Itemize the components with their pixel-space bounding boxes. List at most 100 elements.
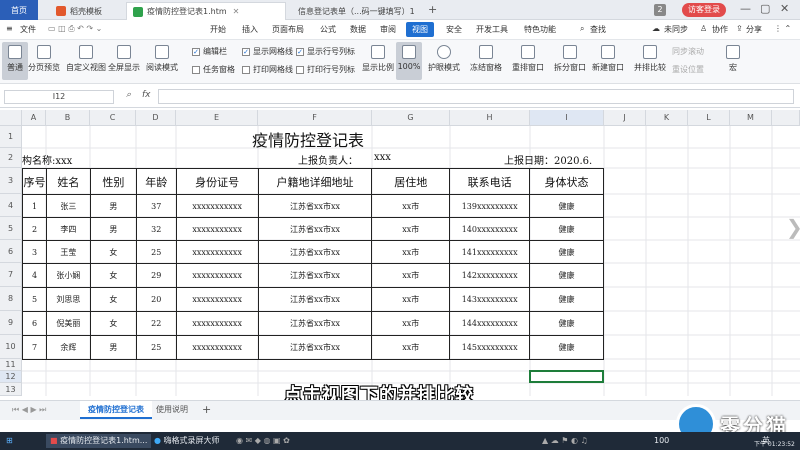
table-cell[interactable]: 140xxxxxxxxx bbox=[449, 217, 531, 241]
checkbox-print-headings-box[interactable] bbox=[296, 65, 304, 74]
table-cell[interactable]: 25 bbox=[135, 335, 177, 360]
col-header-e[interactable]: E bbox=[176, 110, 258, 126]
table-cell[interactable]: 7 bbox=[22, 335, 47, 360]
table-cell[interactable]: 4 bbox=[22, 263, 47, 288]
table-cell[interactable]: xxxxxxxxxxx bbox=[175, 287, 259, 312]
table-cell[interactable]: 健康 bbox=[529, 240, 604, 264]
checkbox-show-gridlines[interactable]: ✓ 显示网格线 bbox=[242, 46, 293, 57]
table-cell[interactable]: 健康 bbox=[529, 287, 604, 312]
col-header-f[interactable]: F bbox=[258, 110, 372, 126]
menu-page-layout[interactable]: 页面布局 bbox=[272, 24, 304, 35]
table-cell[interactable]: 李四 bbox=[45, 217, 91, 241]
table-cell[interactable]: 男 bbox=[89, 194, 137, 218]
table-cell[interactable]: 5 bbox=[22, 287, 47, 312]
col-header-l[interactable]: L bbox=[688, 110, 730, 126]
table-cell[interactable]: 142xxxxxxxxx bbox=[449, 263, 531, 288]
col-header-i[interactable]: I bbox=[530, 110, 604, 126]
eye-protection-button[interactable]: 护眼模式 bbox=[428, 45, 460, 73]
org-name[interactable]: 构名称:xxx bbox=[22, 152, 72, 167]
new-tab-icon[interactable]: + bbox=[428, 3, 437, 16]
fx-icon[interactable]: fx bbox=[142, 90, 151, 100]
checkbox-formula-bar[interactable]: ✓ 编辑栏 bbox=[192, 46, 227, 57]
table-cell[interactable]: xx市 bbox=[371, 335, 451, 360]
table-cell[interactable]: 江苏省xx市xx bbox=[257, 335, 373, 360]
header-cell[interactable]: 性别 bbox=[89, 168, 137, 195]
row-header-7[interactable]: 7 bbox=[0, 263, 22, 287]
window-count-badge[interactable]: 2 bbox=[654, 4, 666, 16]
table-cell[interactable]: 倪美丽 bbox=[45, 311, 91, 336]
checkbox-show-headings-box[interactable]: ✓ bbox=[296, 47, 304, 56]
table-cell[interactable]: 女 bbox=[89, 311, 137, 336]
col-header-a[interactable]: A bbox=[22, 110, 46, 126]
search-label[interactable]: 查找 bbox=[590, 24, 606, 35]
col-header-m[interactable]: M bbox=[730, 110, 772, 126]
table-cell[interactable]: 22 bbox=[135, 311, 177, 336]
table-cell[interactable]: 女 bbox=[89, 263, 137, 288]
menu-start[interactable]: 开始 bbox=[210, 24, 226, 35]
macro-button[interactable]: 宏 bbox=[726, 45, 740, 73]
table-cell[interactable]: 男 bbox=[89, 217, 137, 241]
header-cell[interactable]: 年龄 bbox=[135, 168, 177, 195]
table-cell[interactable]: xx市 bbox=[371, 217, 451, 241]
table-cell[interactable]: 139xxxxxxxxx bbox=[449, 194, 531, 218]
table-cell[interactable]: 健康 bbox=[529, 335, 604, 360]
more-icon[interactable]: ⋮ ⌃ bbox=[774, 24, 791, 33]
row-header-11[interactable]: 11 bbox=[0, 359, 22, 371]
freeze-panes-button[interactable]: 冻结窗格 bbox=[470, 45, 502, 73]
row-header-2[interactable]: 2 bbox=[0, 148, 22, 168]
table-cell[interactable]: 6 bbox=[22, 311, 47, 336]
table-cell[interactable]: xx市 bbox=[371, 287, 451, 312]
table-cell[interactable]: xxxxxxxxxxx bbox=[175, 240, 259, 264]
custom-view-button[interactable]: 自定义视图 bbox=[66, 45, 106, 73]
zoom-100-button[interactable]: 100% bbox=[396, 42, 422, 80]
add-sheet-icon[interactable]: + bbox=[194, 401, 219, 419]
tray-icons[interactable]: ▲ ☁ ⚑ ◐ ♫ bbox=[538, 434, 592, 448]
table-cell[interactable]: xxxxxxxxxxx bbox=[175, 263, 259, 288]
tab-template[interactable]: 稻壳模板 bbox=[50, 2, 130, 20]
table-cell[interactable]: 健康 bbox=[529, 194, 604, 218]
row-header-6[interactable]: 6 bbox=[0, 240, 22, 263]
menu-review[interactable]: 审阅 bbox=[380, 24, 396, 35]
table-cell[interactable]: 江苏省xx市xx bbox=[257, 240, 373, 264]
checkbox-print-gridlines[interactable]: 打印网格线 bbox=[242, 64, 293, 75]
table-cell[interactable]: 20 bbox=[135, 287, 177, 312]
table-cell[interactable]: xxxxxxxxxxx bbox=[175, 217, 259, 241]
close-window-icon[interactable]: ✕ bbox=[780, 2, 789, 15]
table-cell[interactable]: 37 bbox=[135, 194, 177, 218]
checkbox-show-gridlines-box[interactable]: ✓ bbox=[242, 47, 250, 56]
reporter-label[interactable]: 上报负责人： bbox=[298, 152, 358, 167]
table-cell[interactable]: 健康 bbox=[529, 263, 604, 288]
table-cell[interactable]: 32 bbox=[135, 217, 177, 241]
sheet-tab-registration[interactable]: 疫情防控登记表 bbox=[80, 401, 152, 419]
menu-special[interactable]: 特色功能 bbox=[524, 24, 556, 35]
table-cell[interactable]: 141xxxxxxxxx bbox=[449, 240, 531, 264]
sync-scroll-button[interactable]: 同步滚动 bbox=[672, 46, 704, 57]
reporter-value[interactable]: xxx bbox=[374, 152, 391, 163]
row-header-1[interactable]: 1 bbox=[0, 126, 22, 148]
menu-file[interactable]: 文件 bbox=[20, 24, 36, 35]
table-cell[interactable]: 江苏省xx市xx bbox=[257, 311, 373, 336]
header-cell[interactable]: 姓名 bbox=[45, 168, 91, 195]
header-cell[interactable]: 身体状态 bbox=[529, 168, 604, 195]
table-cell[interactable]: xx市 bbox=[371, 194, 451, 218]
taskbar-item-wps[interactable]: ■ 疫情防控登记表1.htm... bbox=[46, 434, 152, 448]
windows-start-icon[interactable]: ⊞ bbox=[2, 434, 17, 448]
table-cell[interactable]: 江苏省xx市xx bbox=[257, 217, 373, 241]
active-cell-selection[interactable] bbox=[529, 370, 604, 383]
table-cell[interactable]: 145xxxxxxxxx bbox=[449, 335, 531, 360]
table-cell[interactable]: 144xxxxxxxxx bbox=[449, 311, 531, 336]
new-window-button[interactable]: 新建窗口 bbox=[592, 45, 624, 73]
table-cell[interactable]: xxxxxxxxxxx bbox=[175, 335, 259, 360]
header-cell[interactable]: 身份证号 bbox=[175, 168, 259, 195]
sync-status[interactable]: 未同步 bbox=[664, 24, 688, 35]
header-cell[interactable]: 联系电话 bbox=[449, 168, 531, 195]
sheet-tab-instructions[interactable]: 使用说明 bbox=[148, 401, 196, 419]
page-break-preview-button[interactable]: 分页预览 bbox=[28, 45, 60, 73]
table-cell[interactable]: 男 bbox=[89, 335, 137, 360]
checkbox-formula-bar-box[interactable]: ✓ bbox=[192, 47, 200, 56]
table-cell[interactable]: xx市 bbox=[371, 263, 451, 288]
tab-form[interactable]: 信息登记表单（...码一键填写）1 bbox=[288, 2, 420, 20]
menu-security[interactable]: 安全 bbox=[446, 24, 462, 35]
col-header-k[interactable]: K bbox=[646, 110, 688, 126]
table-cell[interactable]: 25 bbox=[135, 240, 177, 264]
